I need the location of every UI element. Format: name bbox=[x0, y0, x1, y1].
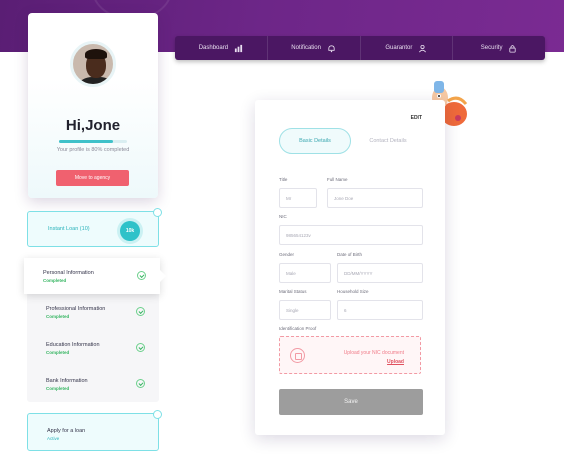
check-circle-icon bbox=[136, 379, 145, 388]
avatar bbox=[70, 41, 116, 87]
step-status: Completed bbox=[46, 386, 70, 391]
tab-basic-details[interactable]: Basic Details bbox=[279, 128, 351, 154]
step-professional-information[interactable]: Professional Information Completed bbox=[27, 294, 159, 330]
title-select[interactable]: Mr bbox=[279, 188, 317, 208]
nav-label: Security bbox=[480, 45, 503, 51]
step-education-information[interactable]: Education Information Completed bbox=[27, 330, 159, 366]
tab-contact-details[interactable]: Contact Details bbox=[357, 128, 419, 154]
loan-amount-chip[interactable]: 10k bbox=[120, 221, 140, 241]
step-status: Completed bbox=[46, 314, 70, 319]
check-circle-icon bbox=[136, 307, 145, 316]
step-status: Completed bbox=[43, 278, 67, 283]
basic-details-form: EDIT Basic Details Contact Details Title… bbox=[255, 100, 445, 435]
profile-progress-fill bbox=[59, 140, 114, 143]
check-circle-icon bbox=[137, 271, 146, 280]
check-circle-icon bbox=[136, 343, 145, 352]
profile-completion-text: Your profile is 80% completed bbox=[56, 147, 130, 153]
instant-loan-card[interactable]: Instant Loan (10) 10k bbox=[27, 208, 162, 247]
upload-instruction: Upload your NIC document bbox=[343, 350, 404, 356]
step-status: Completed bbox=[46, 350, 70, 355]
profile-card: Hi,Jone Your profile is 80% completed Mo… bbox=[28, 13, 158, 198]
step-personal-information[interactable]: Personal Information Completed bbox=[24, 258, 166, 294]
upload-link[interactable]: Upload bbox=[387, 359, 404, 365]
edit-link[interactable]: EDIT bbox=[411, 115, 422, 121]
nav-label: Dashboard bbox=[198, 45, 229, 51]
dob-input[interactable]: DD/MM/YYYY bbox=[337, 263, 423, 283]
document-icon bbox=[290, 348, 305, 363]
apply-loan-card[interactable]: Apply for a loan Active bbox=[27, 410, 162, 451]
bar-chart-icon bbox=[234, 44, 243, 52]
step-label: Bank Information bbox=[46, 378, 88, 384]
title-label: Title bbox=[279, 177, 288, 182]
nav-item-notification[interactable]: Notification bbox=[268, 36, 361, 60]
household-size-input[interactable]: 6 bbox=[337, 300, 423, 320]
fullname-input[interactable]: Jone Doe bbox=[327, 188, 423, 208]
nic-upload-dropzone[interactable]: Upload your NIC document Upload bbox=[279, 336, 421, 374]
identification-proof-label: Identification Proof bbox=[279, 326, 317, 331]
move-to-agency-button[interactable]: Move to agency bbox=[56, 170, 129, 186]
gender-select[interactable]: Male bbox=[279, 263, 331, 283]
nic-label: NIC bbox=[279, 214, 287, 219]
nav-item-dashboard[interactable]: Dashboard bbox=[175, 36, 268, 60]
gender-label: Gender bbox=[279, 252, 295, 257]
bell-icon bbox=[328, 44, 335, 52]
profile-steps-list: Personal Information Completed Professio… bbox=[24, 258, 166, 402]
instant-loan-label: Instant Loan (10) bbox=[48, 226, 90, 232]
corner-dot bbox=[153, 208, 162, 217]
nav-item-security[interactable]: Security bbox=[453, 36, 545, 60]
top-nav: Dashboard Notification Guarantor Securit… bbox=[175, 36, 545, 60]
step-bank-information[interactable]: Bank Information Completed bbox=[27, 366, 159, 402]
nav-label: Guarantor bbox=[385, 45, 413, 51]
save-button[interactable]: Save bbox=[279, 389, 423, 415]
avatar-hair bbox=[85, 49, 107, 59]
profile-progress-bar bbox=[59, 140, 127, 143]
profile-greeting: Hi,Jone bbox=[65, 117, 121, 134]
marital-status-label: Marital Status bbox=[279, 289, 307, 294]
household-size-label: Household Size bbox=[337, 289, 369, 294]
apply-loan-status: Active bbox=[47, 436, 60, 441]
nic-input[interactable]: 985654123v bbox=[279, 225, 423, 245]
form-tabs: Basic Details Contact Details bbox=[279, 128, 419, 154]
step-label: Personal Information bbox=[43, 270, 94, 276]
step-label: Education Information bbox=[46, 342, 100, 348]
lock-icon bbox=[509, 44, 517, 53]
nav-label: Notification bbox=[291, 45, 321, 51]
nav-item-guarantor[interactable]: Guarantor bbox=[361, 36, 454, 60]
user-icon bbox=[419, 44, 427, 52]
step-label: Professional Information bbox=[46, 306, 106, 312]
fullname-label: Full Name bbox=[327, 177, 348, 182]
apply-loan-label: Apply for a loan bbox=[47, 428, 86, 434]
marital-status-select[interactable]: Single bbox=[279, 300, 331, 320]
corner-dot bbox=[153, 410, 162, 419]
dob-label: Date of Birth bbox=[337, 252, 363, 257]
